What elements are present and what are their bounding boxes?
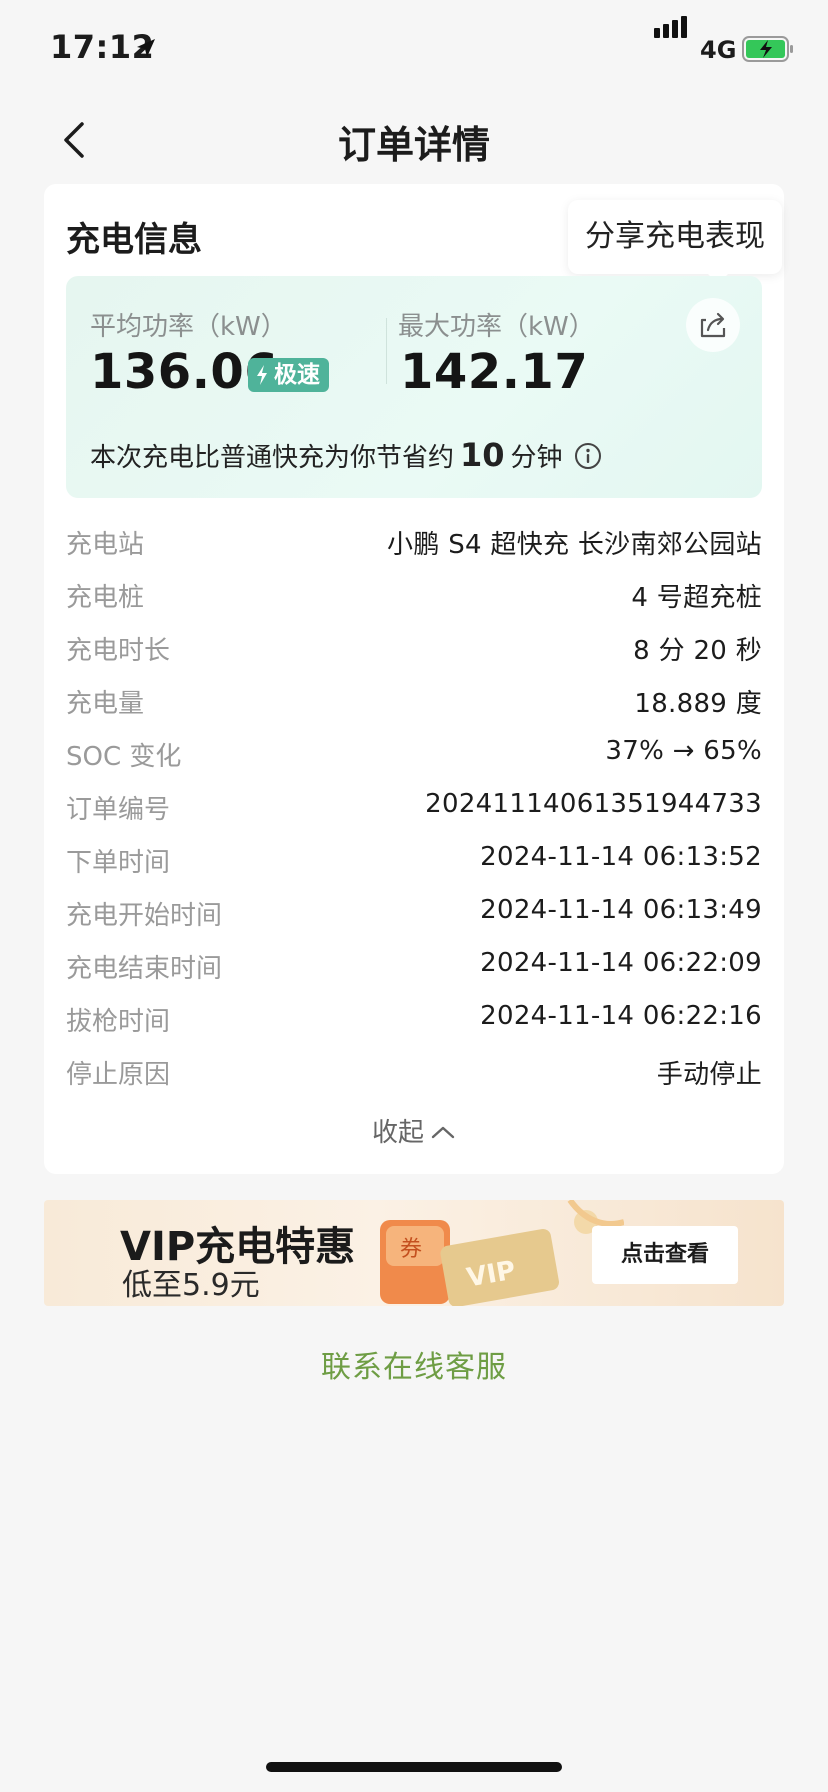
share-icon[interactable] [686, 298, 740, 352]
detail-value: 2024-11-14 06:22:09 [480, 948, 762, 978]
view-offer-button[interactable]: 点击查看 [592, 1226, 738, 1284]
section-title: 充电信息 [66, 220, 202, 260]
detail-row-station: 充电站 小鹏 S4 超快充 长沙南郊公园站 [66, 514, 762, 567]
saving-prefix: 本次充电比普通快充为你节省约 [90, 443, 455, 473]
detail-label: 充电开始时间 [66, 901, 223, 931]
battery-charging-icon [742, 36, 793, 62]
detail-label: 充电结束时间 [66, 954, 223, 984]
detail-row-pile: 充电桩 4 号超充桩 [66, 567, 762, 620]
detail-label: 拔枪时间 [66, 1007, 171, 1037]
vip-banner[interactable]: VIP充电特惠 低至5.9元 券 VIP 点击查看 [44, 1200, 784, 1306]
detail-row-unplug-time: 拔枪时间 2024-11-14 06:22:16 [66, 991, 762, 1044]
detail-value: 20241114061351944733 [425, 789, 762, 819]
detail-label: 充电桩 [66, 583, 145, 613]
coupon-text: 券 [400, 1237, 422, 1262]
detail-value: 8 分 20 秒 [633, 636, 762, 666]
detail-label: 停止原因 [66, 1060, 171, 1090]
detail-label: 下单时间 [66, 848, 171, 878]
detail-value: 手动停止 [656, 1060, 762, 1090]
status-bar: 17:12 4G [0, 0, 828, 100]
page-title: 订单详情 [337, 123, 490, 167]
speed-badge-label: 极速 [274, 362, 320, 388]
home-indicator [266, 1762, 562, 1772]
avg-power-label: 平均功率（kW） [90, 312, 287, 342]
detail-value: 2024-11-14 06:13:52 [480, 842, 762, 872]
saving-minutes: 10 [460, 436, 505, 474]
detail-label: 充电站 [66, 530, 145, 560]
collapse-label: 收起 [371, 1118, 424, 1148]
detail-label: 订单编号 [66, 795, 171, 825]
coupon-illustration: 券 VIP [380, 1200, 624, 1306]
detail-row-order-time: 下单时间 2024-11-14 06:13:52 [66, 832, 762, 885]
detail-row-soc: SOC 变化 37% → 65% [66, 726, 762, 779]
share-tooltip: 分享充电表现 [568, 200, 782, 274]
banner-subtitle: 低至5.9元 [122, 1268, 260, 1303]
detail-row-duration: 充电时长 8 分 20 秒 [66, 620, 762, 673]
detail-value: 2024-11-14 06:22:16 [480, 1001, 762, 1031]
location-arrow-icon [137, 39, 155, 57]
power-panel: 平均功率（kW） 136.06 极速 最大功率（kW） 142.17 本次充电比… [66, 276, 762, 498]
collapse-button[interactable]: 收起 [44, 1112, 784, 1149]
nav-bar: 订单详情 [0, 100, 828, 180]
detail-label: 充电时长 [66, 636, 171, 666]
power-divider [386, 318, 387, 384]
detail-row-end-time: 充电结束时间 2024-11-14 06:22:09 [66, 938, 762, 991]
detail-row-start-time: 充电开始时间 2024-11-14 06:13:49 [66, 885, 762, 938]
info-icon[interactable] [573, 441, 603, 471]
detail-value: 2024-11-14 06:13:49 [480, 895, 762, 925]
detail-value: 小鹏 S4 超快充 长沙南郊公园站 [387, 530, 762, 560]
detail-row-energy: 充电量 18.889 度 [66, 673, 762, 726]
max-power-value: 142.17 [400, 344, 589, 400]
network-label: 4G [700, 36, 737, 64]
max-power-label: 最大功率（kW） [398, 312, 595, 342]
saving-text: 本次充电比普通快充为你节省约 10 分钟 [90, 436, 603, 474]
detail-list: 充电站 小鹏 S4 超快充 长沙南郊公园站 充电桩 4 号超充桩 充电时长 8 … [66, 514, 762, 1097]
saving-suffix: 分钟 [510, 443, 563, 473]
detail-row-order-id: 订单编号 20241114061351944733 [66, 779, 762, 832]
detail-value: 37% → 65% [605, 736, 762, 766]
lightning-icon [257, 365, 267, 385]
charging-info-card: 充电信息 分享充电表现 平均功率（kW） 136.06 极速 最大功率（kW） … [44, 184, 784, 1174]
detail-value: 18.889 度 [634, 689, 762, 719]
detail-row-stop-reason: 停止原因 手动停止 [66, 1044, 762, 1097]
detail-label: SOC 变化 [66, 742, 182, 772]
speed-badge: 极速 [248, 358, 329, 392]
detail-value: 4 号超充桩 [631, 583, 762, 613]
chevron-up-icon [431, 1126, 455, 1139]
detail-label: 充电量 [66, 689, 145, 719]
online-support-link[interactable]: 联系在线客服 [0, 1342, 828, 1386]
